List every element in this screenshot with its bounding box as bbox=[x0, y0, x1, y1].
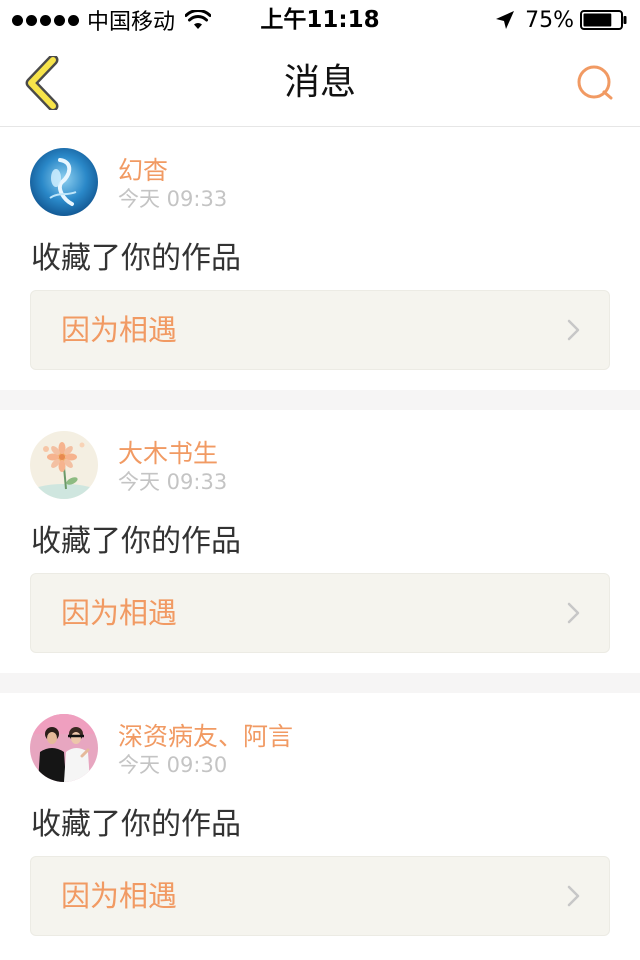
navigation-bar: 消息 bbox=[0, 40, 640, 127]
location-arrow-icon bbox=[496, 11, 515, 29]
work-link[interactable]: 因为相遇 bbox=[30, 290, 610, 370]
user-name[interactable]: 幻杳 bbox=[118, 151, 168, 187]
status-bar-right: 75% bbox=[495, 4, 628, 36]
message-item: 深资病友、阿言 今天 09:30 收藏了你的作品 因为相遇 bbox=[0, 693, 640, 956]
message-list: 幻杳 今天 09:33 收藏了你的作品 因为相遇 大木书生 今天 09:33 收… bbox=[0, 127, 640, 956]
message-time: 今天 09:33 bbox=[118, 470, 228, 494]
work-title: 因为相遇 bbox=[61, 313, 178, 347]
status-bar: 中国移动 上午11:18 75% bbox=[0, 0, 640, 40]
chevron-right-icon bbox=[567, 602, 581, 624]
message-text: 收藏了你的作品 bbox=[31, 524, 241, 559]
avatar[interactable] bbox=[30, 714, 98, 782]
message-time: 今天 09:30 bbox=[118, 753, 228, 777]
separator bbox=[0, 673, 640, 693]
message-time: 今天 09:33 bbox=[118, 187, 228, 211]
work-link[interactable]: 因为相遇 bbox=[30, 573, 610, 653]
battery-icon bbox=[580, 10, 627, 30]
message-item: 幻杳 今天 09:33 收藏了你的作品 因为相遇 bbox=[0, 127, 640, 390]
chevron-right-icon bbox=[567, 885, 581, 907]
avatar[interactable] bbox=[30, 148, 98, 216]
avatar[interactable] bbox=[30, 431, 98, 499]
page-title: 消息 bbox=[283, 62, 356, 103]
chevron-right-icon bbox=[567, 319, 581, 341]
battery-percentage: 75% bbox=[525, 7, 574, 33]
work-link[interactable]: 因为相遇 bbox=[30, 856, 610, 936]
user-name[interactable]: 大木书生 bbox=[118, 434, 218, 470]
work-title: 因为相遇 bbox=[61, 596, 178, 630]
separator bbox=[0, 390, 640, 410]
message-text: 收藏了你的作品 bbox=[31, 807, 241, 842]
work-title: 因为相遇 bbox=[61, 879, 178, 913]
message-item: 大木书生 今天 09:33 收藏了你的作品 因为相遇 bbox=[0, 410, 640, 673]
user-name[interactable]: 深资病友、阿言 bbox=[118, 717, 293, 753]
search-button[interactable] bbox=[572, 60, 618, 106]
search-icon bbox=[577, 65, 613, 100]
message-text: 收藏了你的作品 bbox=[31, 241, 241, 276]
